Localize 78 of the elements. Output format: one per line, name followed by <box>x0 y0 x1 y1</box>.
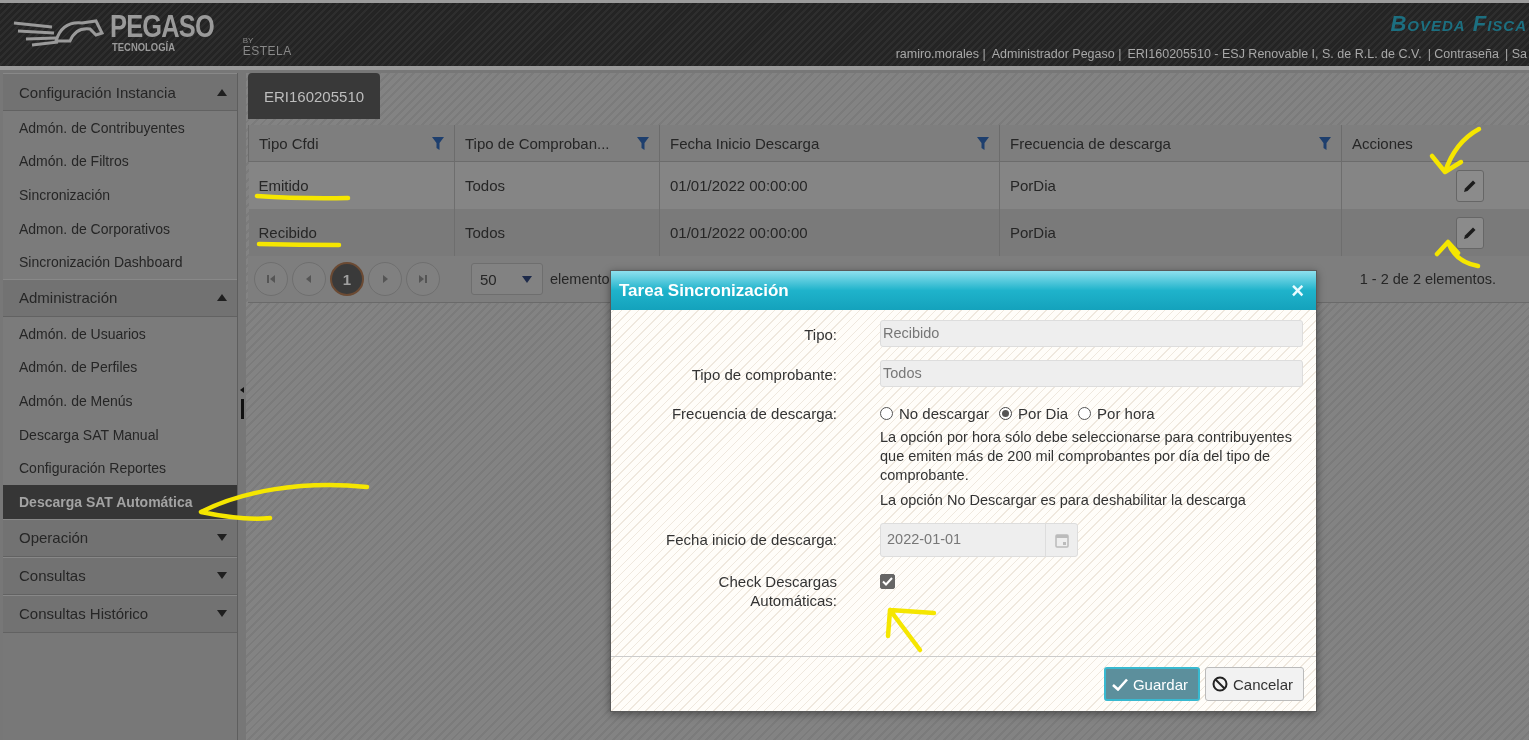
field-label: Tipo: <box>803 325 837 343</box>
user-bar-link[interactable]: | Sa <box>1505 47 1527 61</box>
filter-icon[interactable] <box>977 136 989 150</box>
page-size-dropdown[interactable]: 50 <box>471 263 543 295</box>
field-label: Fecha inicio de descarga: <box>665 530 837 548</box>
user-bar-link[interactable]: | Contraseña <box>1427 47 1499 61</box>
page-size-label: elemento <box>550 271 610 287</box>
product-title: Boveda Fisca <box>1390 11 1527 37</box>
triangle-right-icon <box>380 274 390 284</box>
help-text: La opción por hora sólo debe seleccionarse para contribuyentes que emiten más de 200 mil comprobantes por día del tipo de comprobante. <box>880 428 1292 485</box>
annotation-arrow <box>885 607 937 653</box>
prohibited-icon <box>1211 676 1228 692</box>
caret-up-icon <box>217 88 227 96</box>
annotation-arrow <box>1429 126 1482 175</box>
table-cell: Todos <box>454 161 660 209</box>
caret-down-icon <box>217 534 227 542</box>
column-header[interactable]: Frecuencia de descarga <box>999 125 1342 162</box>
filter-icon[interactable] <box>637 136 649 150</box>
table-cell: Emitido <box>248 161 455 209</box>
user-bar-link[interactable]: ERI160205510 - ESJ Renovable I, S. de R.L. de C.V. <box>1127 47 1422 61</box>
skip-start-icon <box>266 274 276 284</box>
menu-section-header[interactable]: Consultas <box>3 556 237 595</box>
edit-button[interactable] <box>1456 169 1484 202</box>
pencil-icon <box>1463 178 1477 193</box>
filter-icon[interactable] <box>1319 136 1331 150</box>
save-button[interactable]: Guardar <box>1103 667 1200 701</box>
column-header[interactable]: Tipo Cfdi <box>248 125 455 162</box>
caret-up-icon <box>217 294 227 302</box>
checkbox[interactable] <box>880 574 895 589</box>
menu-section-header[interactable]: Consultas Histórico <box>3 594 237 633</box>
column-header[interactable]: Acciones <box>1341 125 1529 162</box>
first-page-button[interactable] <box>254 262 288 296</box>
page-button[interactable]: 1 <box>330 262 364 296</box>
close-button[interactable]: × <box>1291 279 1304 302</box>
caret-down-icon <box>217 610 227 618</box>
tab[interactable]: ERI160205510 <box>248 73 381 119</box>
table-cell: Todos <box>454 209 660 256</box>
pager-summary: 1 - 2 de 2 elementos. <box>1359 271 1496 287</box>
table-cell: 01/01/2022 00:00:00 <box>659 209 1000 256</box>
field-label: Tipo de comprobante: <box>690 365 837 383</box>
menu-section-header[interactable]: Configuración Instancia <box>3 73 237 111</box>
brand-by-label: BY <box>242 37 255 45</box>
partner-name: ESTELA <box>242 45 292 57</box>
pencil-icon <box>1463 225 1477 240</box>
cancel-button[interactable]: Cancelar <box>1204 667 1304 701</box>
radio-label[interactable]: No descargar <box>899 405 990 422</box>
caret-down-icon <box>217 572 227 580</box>
help-text: La opción No Descargar es para deshabilitar la descarga <box>880 491 1247 510</box>
menu-section-header[interactable]: Administración <box>3 278 237 317</box>
field-label: Check Descargas Automáticas: <box>717 572 837 610</box>
splitter-handle[interactable] <box>239 387 245 419</box>
table-cell: PorDia <box>999 209 1342 256</box>
radio-button[interactable] <box>999 407 1013 420</box>
user-bar-link[interactable]: ramiro.morales | <box>895 47 986 61</box>
caret-down-icon <box>522 275 532 283</box>
brand-subtitle: TECNOLOGÍA <box>112 42 176 53</box>
column-header[interactable]: Fecha Inicio Descarga <box>659 125 1000 162</box>
column-header[interactable]: Tipo de Comproban... <box>454 125 660 162</box>
radio-button[interactable] <box>1078 407 1092 420</box>
user-bar-link[interactable]: Administrador Pegaso | <box>991 47 1122 61</box>
filter-icon[interactable] <box>432 136 444 150</box>
last-page-button[interactable] <box>406 262 440 296</box>
menu-section-header[interactable]: Operación <box>3 518 237 557</box>
radio-label[interactable]: Por Dia <box>1018 405 1069 422</box>
annotation-arrow <box>1434 239 1481 269</box>
radio-button[interactable] <box>880 407 893 420</box>
table-cell: PorDia <box>999 161 1342 209</box>
table-cell: Recibido <box>248 209 455 256</box>
table-cell: 01/01/2022 00:00:00 <box>659 161 1000 209</box>
check-icon <box>1111 677 1128 691</box>
triangle-left-icon <box>304 274 314 284</box>
sidebar-item[interactable]: Descarga SAT Automática <box>3 484 237 519</box>
dialog-title: Tarea Sincronización <box>619 280 789 301</box>
skip-end-icon <box>418 274 428 284</box>
brand-name: PEGASO <box>110 11 214 42</box>
field-label: Frecuencia de descarga: <box>670 404 837 422</box>
edit-button[interactable] <box>1456 216 1484 249</box>
radio-label[interactable]: Por hora <box>1097 405 1155 422</box>
